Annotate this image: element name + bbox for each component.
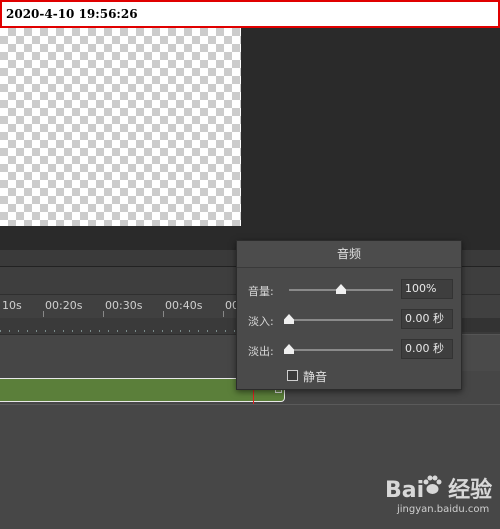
- fade-out-slider-track[interactable]: [289, 349, 393, 351]
- fade-out-value-field[interactable]: 0.00 秒: [401, 339, 453, 359]
- mute-label: 静音: [303, 370, 328, 384]
- mute-checkbox[interactable]: [287, 370, 298, 381]
- fade-in-label: 淡入:: [248, 315, 274, 328]
- ruler-tick-label: 10s: [2, 299, 22, 312]
- fade-in-row: 淡入: 0.00 秒: [237, 309, 461, 331]
- volume-row: 音量: 100%: [237, 279, 461, 301]
- ruler-tick-mark: [103, 311, 104, 317]
- watermark-url: jingyan.baidu.com: [397, 504, 490, 515]
- track-header-strip: [460, 318, 500, 332]
- panel-title: 音频: [237, 241, 461, 268]
- fade-in-slider-thumb[interactable]: [284, 314, 294, 324]
- fade-out-row: 淡出: 0.00 秒: [237, 339, 461, 361]
- waveform-marks: [0, 330, 270, 332]
- baidu-paw-icon: [423, 475, 442, 494]
- timestamp-text: 2020-4-10 19:56:26: [6, 7, 138, 21]
- ruler-tick-mark: [223, 311, 224, 317]
- ruler-tick-mark: [43, 311, 44, 317]
- ruler-tick-label: 00:30s: [105, 299, 143, 312]
- watermark-logo-right: 经验: [448, 478, 493, 503]
- fade-out-label: 淡出:: [248, 345, 274, 358]
- fade-in-slider-track[interactable]: [289, 319, 393, 321]
- track-header: [460, 334, 500, 371]
- volume-label: 音量:: [248, 285, 274, 298]
- volume-slider-thumb[interactable]: [336, 284, 346, 294]
- ruler-tick-label: 00:40s: [165, 299, 203, 312]
- transparent-canvas: [0, 28, 241, 226]
- fade-out-slider-thumb[interactable]: [284, 344, 294, 354]
- fade-in-value-field[interactable]: 0.00 秒: [401, 309, 453, 329]
- preview-area: [0, 28, 500, 250]
- timestamp-bar: 2020-4-10 19:56:26: [0, 0, 500, 28]
- baidu-jingyan-watermark: Bai 经验 jingyan.baidu.com: [385, 472, 495, 520]
- ruler-tick-label: 00:20s: [45, 299, 83, 312]
- audio-settings-panel: 音频 音量: 100% 淡入: 0.00 秒 淡出: 0.00 秒 静音: [236, 240, 462, 390]
- watermark-logo-left: Bai: [385, 478, 425, 503]
- volume-value-field[interactable]: 100%: [401, 279, 453, 299]
- ruler-tick-mark: [163, 311, 164, 317]
